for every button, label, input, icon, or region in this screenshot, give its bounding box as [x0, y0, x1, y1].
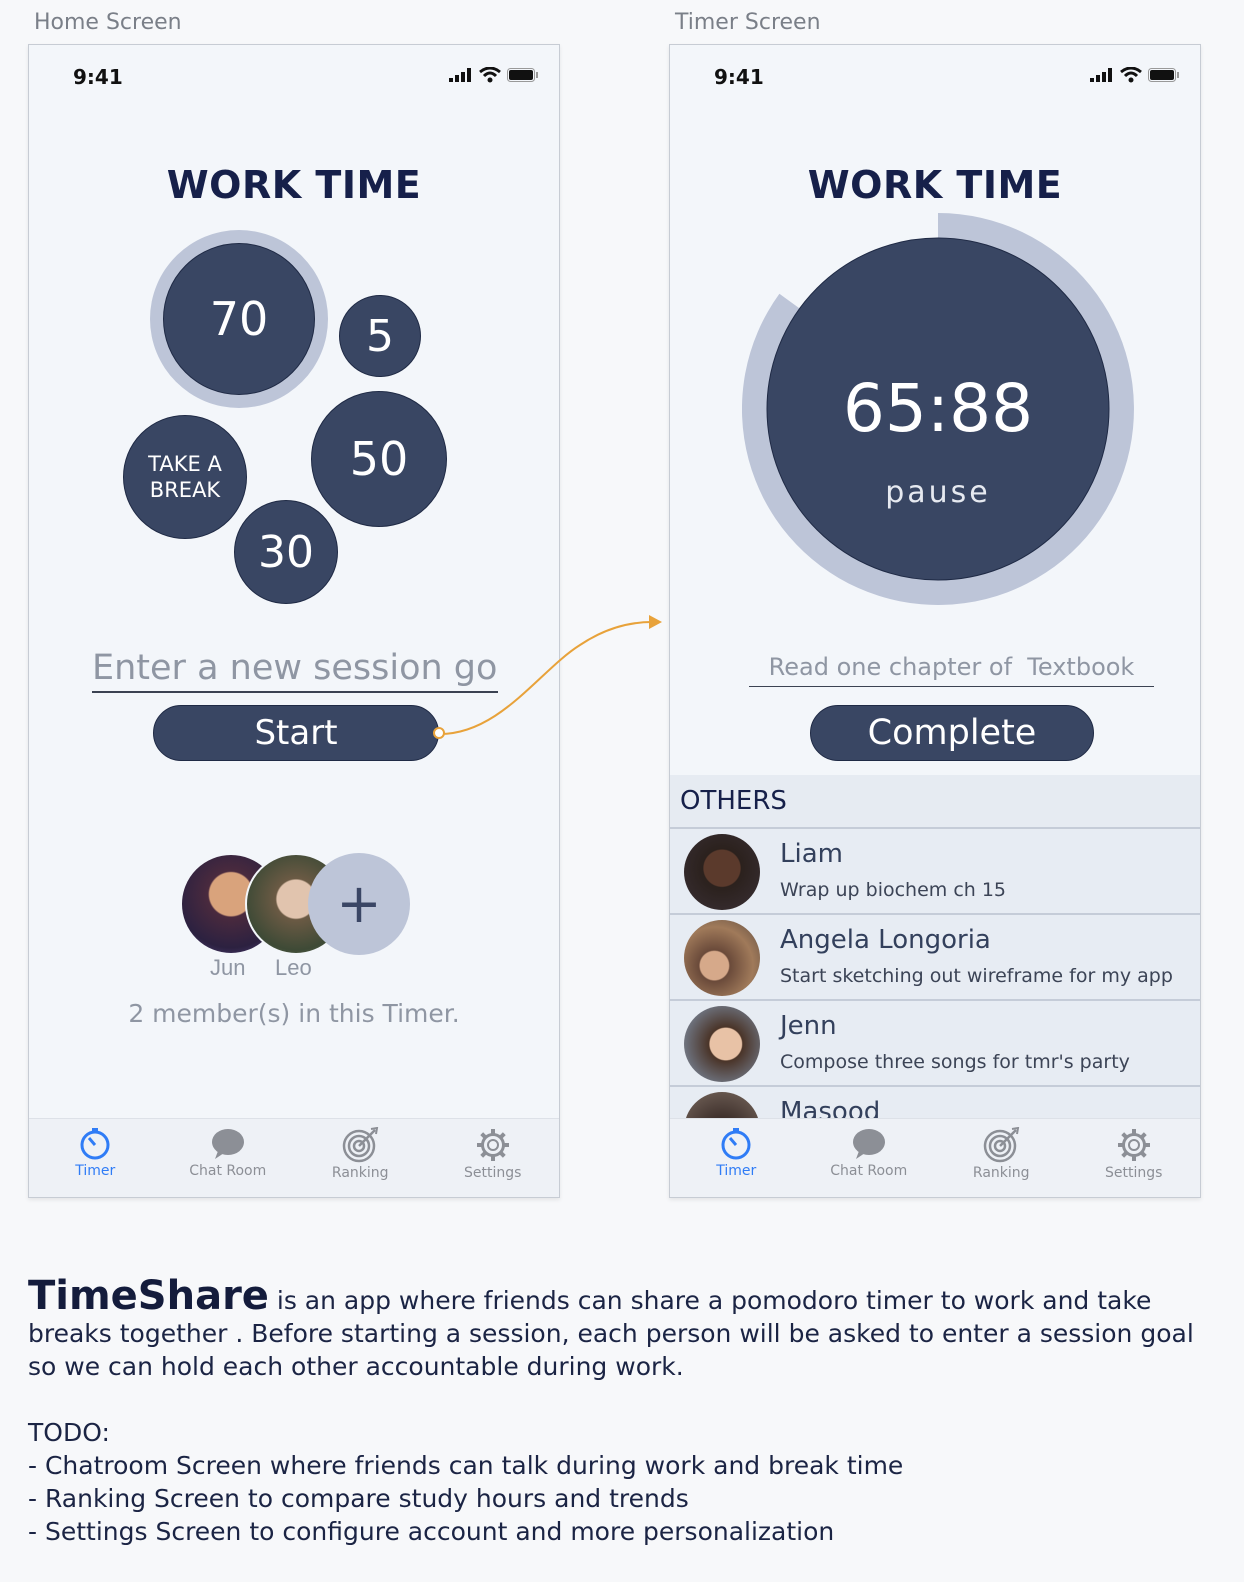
tab-settings-label: Settings: [1105, 1165, 1163, 1181]
status-time: 9:41: [714, 65, 764, 89]
take-a-break-line1: TAKE A: [148, 452, 222, 476]
add-icon: +: [336, 872, 382, 935]
todo-item: - Settings Screen to configure account a…: [28, 1517, 835, 1546]
member-name-leo: Leo: [275, 955, 312, 980]
signal-icon: [449, 68, 471, 82]
member-name: Jenn: [780, 1011, 837, 1041]
member-name-jun: Jun: [210, 955, 246, 980]
member-goal: Wrap up biochem ch 15: [780, 879, 1007, 901]
member-name: Angela Longoria: [780, 925, 991, 955]
tab-bar: Timer Chat Room Ranking Settings: [29, 1118, 559, 1197]
start-button[interactable]: Start: [153, 705, 439, 761]
tab-chat-room-label: Chat Room: [189, 1163, 267, 1179]
todo-item: - Chatroom Screen where friends can talk…: [28, 1451, 904, 1480]
timer-screen-frame: 9:41 WORK TIME 65:88 pause Complete OTHE…: [669, 44, 1201, 1198]
timer-screen-label: Timer Screen: [675, 10, 821, 35]
tab-chat-room[interactable]: Chat Room: [803, 1119, 936, 1197]
tab-ranking[interactable]: Ranking: [294, 1119, 427, 1197]
tab-timer-label: Timer: [716, 1163, 757, 1179]
take-a-break-button[interactable]: TAKE A BREAK: [123, 415, 247, 539]
chat-bubble-icon: [852, 1129, 885, 1159]
signal-icon: [1090, 68, 1112, 82]
tab-timer[interactable]: Timer: [29, 1119, 162, 1197]
flow-arrow: [433, 615, 662, 739]
member-goal: Compose three songs for tmr's party: [780, 1051, 1130, 1073]
complete-button[interactable]: Complete: [810, 705, 1094, 761]
member-name: Liam: [780, 839, 843, 869]
others-section-header: OTHERS: [670, 775, 1200, 827]
member-row-jenn[interactable]: Jenn Compose three songs for tmr's party: [670, 999, 1200, 1085]
option-5-minutes[interactable]: 5: [339, 295, 421, 377]
timer-icon: [80, 1128, 110, 1160]
status-icons: [449, 67, 539, 83]
description-paragraph: TimeShare is an app where friends can sh…: [28, 1276, 1218, 1383]
timer-countdown: 65:88: [842, 370, 1034, 447]
pause-button[interactable]: pause: [742, 475, 1134, 510]
tab-chat-room[interactable]: Chat Room: [162, 1119, 295, 1197]
option-70-minutes[interactable]: 70: [163, 243, 315, 395]
member-goal: Start sketching out wireframe for my app: [780, 965, 1173, 987]
app-description: TimeShare is an app where friends can sh…: [28, 1276, 1218, 1548]
battery-icon: [507, 68, 538, 82]
avatar-jenn: [684, 1006, 760, 1082]
tab-timer-label: Timer: [75, 1163, 116, 1179]
wifi-icon: [479, 67, 501, 83]
tab-ranking[interactable]: Ranking: [935, 1119, 1068, 1197]
member-row-liam[interactable]: Liam Wrap up biochem ch 15: [670, 827, 1200, 913]
tab-settings[interactable]: Settings: [427, 1119, 560, 1197]
battery-icon: [1148, 68, 1179, 82]
wifi-icon: [1120, 67, 1142, 83]
option-30-minutes[interactable]: 30: [234, 500, 338, 604]
member-row-angela[interactable]: Angela Longoria Start sketching out wire…: [670, 913, 1200, 999]
status-icons: [1090, 67, 1180, 83]
tab-settings-label: Settings: [464, 1165, 522, 1181]
status-time: 9:41: [73, 65, 123, 89]
tab-bar: Timer Chat Room Ranking Settings: [670, 1118, 1200, 1197]
gear-icon: [476, 1129, 509, 1161]
todo-item: - Ranking Screen to compare study hours …: [28, 1484, 689, 1513]
tab-ranking-label: Ranking: [972, 1165, 1030, 1181]
session-goal-display[interactable]: [749, 648, 1154, 687]
tab-timer[interactable]: Timer: [670, 1119, 803, 1197]
target-icon: [343, 1127, 379, 1163]
tab-ranking-label: Ranking: [331, 1165, 389, 1181]
brand-name: TimeShare: [28, 1273, 269, 1319]
add-member-button[interactable]: +: [308, 853, 410, 955]
work-time-title: WORK TIME: [166, 163, 422, 207]
member-count-text: 2 member(s) in this Timer.: [128, 999, 460, 1028]
tab-settings[interactable]: Settings: [1068, 1119, 1201, 1197]
chat-bubble-icon: [211, 1129, 244, 1159]
target-icon: [984, 1127, 1020, 1163]
timer-icon: [721, 1128, 751, 1160]
option-50-minutes[interactable]: 50: [311, 391, 447, 527]
avatar-angela: [684, 920, 760, 996]
todo-title: TODO:: [28, 1418, 110, 1447]
take-a-break-line2: BREAK: [149, 478, 221, 502]
work-time-title: WORK TIME: [807, 163, 1063, 207]
home-screen-label: Home Screen: [34, 10, 182, 35]
gear-icon: [1117, 1129, 1150, 1161]
avatar-liam: [684, 834, 760, 910]
tab-chat-room-label: Chat Room: [830, 1163, 908, 1179]
